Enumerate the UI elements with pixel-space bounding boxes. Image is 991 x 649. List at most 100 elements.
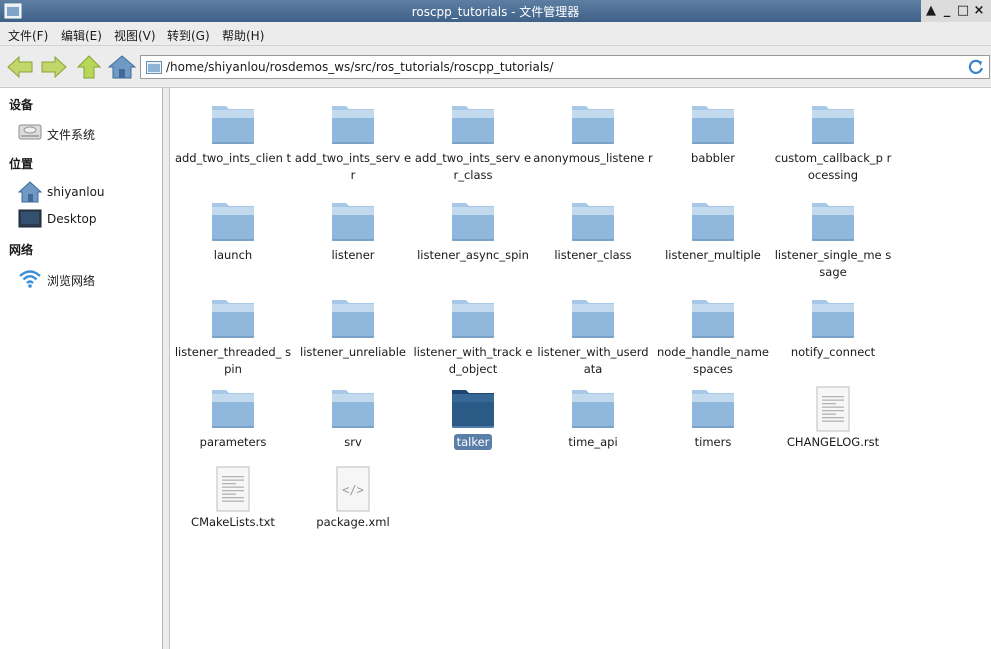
back-arrow-icon[interactable] xyxy=(6,54,34,80)
folder-icon xyxy=(572,106,614,144)
shade-button[interactable]: ▲ xyxy=(923,2,939,20)
file-item[interactable]: CMakeLists.txt xyxy=(173,466,293,534)
forward-arrow-icon[interactable] xyxy=(40,54,68,80)
toolbar: /home/shiyanlou/rosdemos_ws/src/ros_tuto… xyxy=(0,46,991,88)
folder-item[interactable]: listener_threaded_ spin xyxy=(173,296,293,376)
folder-item[interactable]: add_two_ints_clien t xyxy=(173,102,293,170)
sidebar-item-label: 文件系统 xyxy=(47,128,96,142)
file-name: babbler xyxy=(653,150,773,167)
file-name: notify_connect xyxy=(773,344,893,361)
menu-go[interactable]: 转到(G) xyxy=(167,27,210,44)
file-name-text: srv xyxy=(344,435,362,449)
file-name-text: launch xyxy=(213,248,253,262)
folder-item[interactable]: listener_multiple xyxy=(653,199,773,267)
file-item[interactable]: CHANGELOG.rst xyxy=(773,386,893,454)
folder-icon xyxy=(812,300,854,338)
file-name: launch xyxy=(173,247,293,264)
sidebar-item-label: shiyanlou xyxy=(47,185,105,199)
file-name-text: listener_multiple xyxy=(665,248,761,262)
file-name-text: package.xml xyxy=(316,515,390,529)
sidebar-item-label: Desktop xyxy=(47,212,97,226)
folder-item[interactable]: node_handle_name spaces xyxy=(653,296,773,376)
close-button[interactable]: × xyxy=(971,2,987,20)
file-name-text: notify_connect xyxy=(790,345,876,359)
file-name-text: listener_with_track ed_object xyxy=(413,345,533,376)
reload-icon[interactable] xyxy=(967,58,985,76)
file-name: listener_with_track ed_object xyxy=(413,344,533,378)
home-icon[interactable] xyxy=(108,54,136,80)
menu-help[interactable]: 帮助(H) xyxy=(222,27,264,44)
folder-item[interactable]: srv xyxy=(293,386,413,454)
folder-item[interactable]: timers xyxy=(653,386,773,454)
sidebar-heading-devices: 设备 xyxy=(9,98,34,112)
file-name-text: time_api xyxy=(568,435,618,449)
folder-item[interactable]: listener_class xyxy=(533,199,653,267)
file-name-text: timers xyxy=(694,435,732,449)
folder-icon xyxy=(212,300,254,338)
file-name: add_two_ints_serv er xyxy=(293,150,413,184)
file-name: listener_unreliable xyxy=(293,344,413,361)
folder-icon xyxy=(572,390,614,428)
file-name-text: listener xyxy=(331,248,375,262)
file-name-text: listener_single_me ssage xyxy=(774,248,892,279)
folder-item[interactable]: listener_single_me ssage xyxy=(773,199,893,279)
up-arrow-icon[interactable] xyxy=(75,54,103,80)
svg-text:</>: </> xyxy=(342,483,364,497)
file-name-text: anonymous_listene r xyxy=(533,151,653,165)
folder-icon xyxy=(692,106,734,144)
folder-item[interactable]: babbler xyxy=(653,102,773,170)
sidebar-heading-network: 网络 xyxy=(9,243,34,257)
text-file-icon xyxy=(216,466,250,512)
folder-item[interactable]: listener_async_spin xyxy=(413,199,533,267)
folder-item[interactable]: anonymous_listene r xyxy=(533,102,653,170)
file-name-text: listener_threaded_ spin xyxy=(174,345,292,376)
folder-item[interactable]: listener_unreliable xyxy=(293,296,413,364)
file-grid: add_two_ints_clien t add_two_ints_serv er… xyxy=(171,88,991,649)
folder-item[interactable]: listener_with_track ed_object xyxy=(413,296,533,376)
file-name: srv xyxy=(293,434,413,451)
maximize-button[interactable]: □ xyxy=(955,2,971,20)
location-bar[interactable]: /home/shiyanlou/rosdemos_ws/src/ros_tuto… xyxy=(140,55,990,79)
file-name: add_two_ints_serv er_class xyxy=(413,150,533,184)
folder-icon xyxy=(452,300,494,338)
xml-file-icon: </> xyxy=(336,466,370,512)
file-name: time_api xyxy=(533,434,653,451)
folder-item[interactable]: add_two_ints_serv er_class xyxy=(413,102,533,182)
folder-item[interactable]: talker xyxy=(413,386,533,454)
minimize-button[interactable]: _ xyxy=(939,2,955,20)
folder-item[interactable]: notify_connect xyxy=(773,296,893,364)
sidebar-splitter[interactable] xyxy=(163,88,170,649)
folder-item[interactable]: listener_with_userd ata xyxy=(533,296,653,376)
file-item[interactable]: </> package.xml xyxy=(293,466,413,534)
file-name: custom_callback_p rocessing xyxy=(773,150,893,184)
folder-item[interactable]: listener xyxy=(293,199,413,267)
folder-item[interactable]: time_api xyxy=(533,386,653,454)
title-bar: roscpp_tutorials - 文件管理器 ▲ _ □ × xyxy=(0,0,991,22)
window-title: roscpp_tutorials - 文件管理器 xyxy=(411,5,580,19)
menu-file[interactable]: 文件(F) xyxy=(8,27,48,44)
file-name: node_handle_name spaces xyxy=(653,344,773,378)
folder-icon xyxy=(452,203,494,241)
file-name-text: talker xyxy=(453,434,493,450)
file-name: listener_with_userd ata xyxy=(533,344,653,378)
file-name-text: parameters xyxy=(199,435,267,449)
home-icon xyxy=(18,181,42,203)
menu-view[interactable]: 视图(V) xyxy=(114,27,156,44)
folder-item[interactable]: custom_callback_p rocessing xyxy=(773,102,893,182)
menu-edit[interactable]: 编辑(E) xyxy=(61,27,102,44)
folder-icon xyxy=(812,106,854,144)
file-name: timers xyxy=(653,434,773,451)
folder-icon xyxy=(146,61,162,74)
file-name: CMakeLists.txt xyxy=(173,514,293,531)
location-path: /home/shiyanlou/rosdemos_ws/src/ros_tuto… xyxy=(166,60,554,74)
folder-icon xyxy=(212,203,254,241)
file-name: listener_threaded_ spin xyxy=(173,344,293,378)
folder-item[interactable]: launch xyxy=(173,199,293,267)
file-name-text: listener_with_userd ata xyxy=(537,345,649,376)
file-name-text: listener_unreliable xyxy=(300,345,406,359)
file-name: listener xyxy=(293,247,413,264)
sidebar-item-label: 浏览网络 xyxy=(47,274,96,288)
folder-item[interactable]: parameters xyxy=(173,386,293,454)
folder-item[interactable]: add_two_ints_serv er xyxy=(293,102,413,182)
file-name: listener_async_spin xyxy=(413,247,533,264)
